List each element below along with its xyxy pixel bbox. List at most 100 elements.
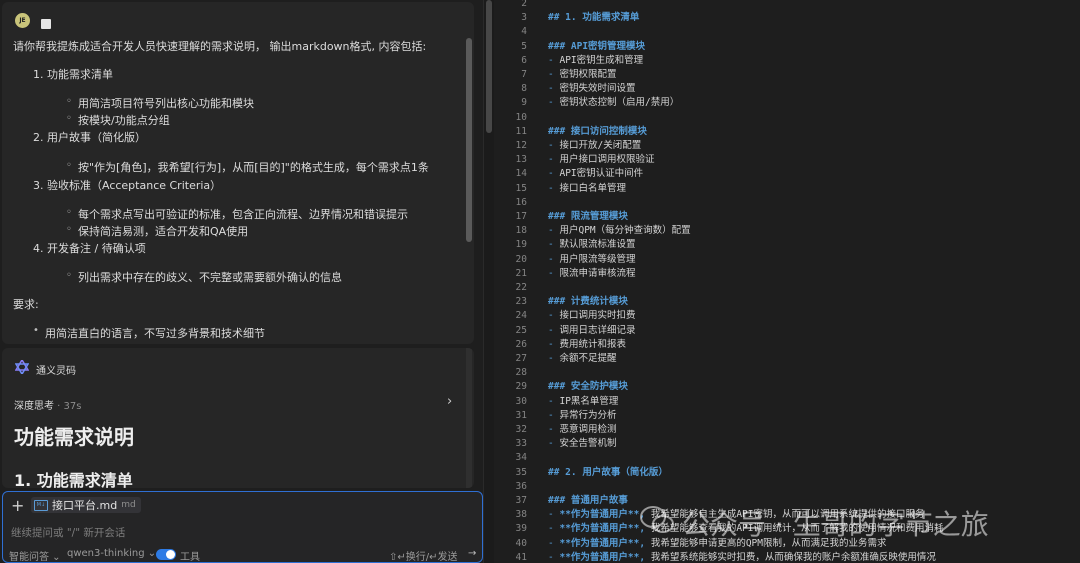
- line-number: 15: [515, 182, 527, 194]
- line-number: 24: [515, 310, 527, 322]
- line-code: - API密钥生成和管理: [548, 54, 644, 66]
- line-code: - 调用日志详细记录: [548, 324, 636, 336]
- line-code: - 费用统计和报表: [548, 338, 626, 350]
- line-code: - IP黑名单管理: [548, 395, 619, 407]
- user-intro: 请你帮我提炼成适合开发人员快速理解的需求说明， 输出markdown格式, 内容…: [13, 40, 427, 53]
- line-code: - 接口开放/关闭配置: [548, 140, 642, 151]
- line-code: - **作为普通用户**, 我希望系统能够实时扣费，从而确保我的账户余额准确反映…: [548, 551, 936, 563]
- section-title: 2. 用户故事（简化版）: [33, 131, 146, 144]
- line-code: ### 限流管理模块: [548, 211, 628, 222]
- section-item: 用简洁项目符号列出核心功能和模块: [78, 97, 254, 110]
- watermark: 公众号 · 生哥的字节之旅: [640, 497, 1060, 547]
- chat-panel: JE 请你帮我提炼成适合开发人员快速理解的需求说明， 输出markdown格式,…: [0, 0, 483, 563]
- line-number: 35: [515, 466, 527, 478]
- markdown-file-icon: M↓: [34, 499, 48, 511]
- line-number: 36: [515, 480, 527, 492]
- line-number: 23: [515, 296, 527, 308]
- chevron-right-icon[interactable]: ›: [447, 394, 452, 409]
- line-number: 39: [515, 523, 527, 535]
- scrollbar-thumb[interactable]: [486, 0, 492, 133]
- chat-input-box[interactable]: + M↓ 接口平台.md md 继续提问或 "/" 新开会话 智能问答 ⌄ qw…: [2, 491, 483, 563]
- assistant-reply: 通义灵码 深度思考 · 37s › 功能需求说明 1. 功能需求清单: [2, 348, 474, 488]
- line-code: ### API密钥管理模块: [548, 40, 646, 52]
- line-number: 12: [515, 140, 527, 151]
- model-select[interactable]: qwen3-thinking ⌄: [67, 548, 156, 559]
- line-number: 30: [515, 395, 527, 407]
- line-number: 26: [515, 338, 527, 350]
- section-item: 按模块/功能点分组: [78, 114, 170, 127]
- line-code: ## 1. 功能需求清单: [548, 12, 640, 24]
- mode-select[interactable]: 智能问答 ⌄: [9, 548, 61, 563]
- section-item: 列出需求中存在的歧义、不完整或需要额外确认的信息: [78, 271, 342, 284]
- line-number: 29: [515, 381, 527, 393]
- line-number: 13: [515, 154, 527, 166]
- line-number: 41: [515, 551, 527, 563]
- line-code: - 密钥状态控制（启用/禁用）: [548, 97, 680, 109]
- line-code: - 密钥失效时间设置: [548, 83, 636, 95]
- input-toolbar: 智能问答 ⌄ qwen3-thinking ⌄ 工具 ⇧↵换行/↵发送 →: [3, 547, 482, 563]
- section-item: 按"作为[角色]，我希望[行为]，从而[目的]"的格式生成，每个需求点1条: [78, 161, 429, 174]
- section-title: 4. 开发备注 / 待确认项: [33, 242, 146, 255]
- line-number: 27: [515, 353, 527, 364]
- line-code: - 恶意调用检测: [548, 424, 617, 435]
- line-code: - 用户限流等级管理: [548, 253, 636, 265]
- line-code: - 密钥权限配置: [548, 69, 617, 80]
- line-code: - 限流申请审核流程: [548, 267, 636, 279]
- file-extension: md: [121, 500, 136, 510]
- line-number: 5: [521, 40, 527, 52]
- file-name: 接口平台.md: [52, 499, 118, 512]
- user-message: JE 请你帮我提炼成适合开发人员快速理解的需求说明， 输出markdown格式,…: [2, 2, 474, 344]
- wechat-icon: [640, 506, 674, 533]
- line-code: - 默认限流标准设置: [548, 239, 636, 251]
- line-code: ### 普通用户故事: [548, 495, 628, 506]
- line-number: 9: [521, 97, 527, 109]
- line-number: 11: [515, 125, 527, 137]
- line-code: - API密钥认证中间件: [548, 168, 644, 180]
- line-number: 6: [521, 54, 527, 66]
- line-number: 19: [515, 239, 527, 251]
- thinking-label: 深度思考: [14, 401, 54, 412]
- line-code: - 用户接口调用权限验证: [548, 154, 655, 166]
- line-number: 33: [515, 438, 527, 450]
- assistant-logo-icon: [15, 360, 29, 374]
- send-button[interactable]: →: [468, 548, 476, 559]
- requirement-item: 用简洁直白的语言，不写过多背景和技术细节: [45, 327, 265, 340]
- scrollbar[interactable]: [466, 348, 472, 488]
- bullet-icon: ◦: [66, 96, 72, 107]
- chat-input[interactable]: 继续提问或 "/" 新开会话: [11, 525, 125, 540]
- line-code: - 用户QPM（每分钟查询数）配置: [548, 225, 691, 237]
- line-number: 37: [515, 495, 527, 506]
- line-number: 34: [515, 452, 527, 464]
- file-context-chip[interactable]: M↓ 接口平台.md md: [31, 497, 141, 513]
- line-number: 17: [515, 211, 527, 222]
- markdown-editor[interactable]: 2 3 ## 1. 功能需求清单 4 5 ### API密钥管理模块 6- API密钥生成和…: [494, 0, 1080, 563]
- tools-toggle[interactable]: [156, 549, 176, 560]
- line-number: 25: [515, 324, 527, 336]
- requirements-label: 要求:: [13, 298, 39, 311]
- send-hint: ⇧↵换行/↵发送: [389, 552, 458, 563]
- bullet-icon: ◦: [66, 207, 72, 218]
- line-code: - 接口白名单管理: [548, 182, 626, 194]
- stop-icon[interactable]: [41, 19, 51, 29]
- line-number: 16: [515, 196, 527, 208]
- line-number: 32: [515, 424, 527, 435]
- line-number: 18: [515, 225, 527, 237]
- reply-heading: 功能需求说明: [14, 425, 134, 449]
- line-number: 3: [521, 12, 527, 24]
- line-code: ### 接口访问控制模块: [548, 125, 647, 137]
- line-code: - 余额不足提醒: [548, 353, 617, 364]
- line-number: 8: [521, 83, 527, 95]
- watermark-text: 公众号 · 生哥的字节之旅: [682, 508, 989, 541]
- add-context-button[interactable]: +: [11, 496, 24, 515]
- line-number: 38: [515, 509, 527, 521]
- line-number: 31: [515, 409, 527, 421]
- user-avatar: JE: [15, 13, 30, 28]
- scrollbar[interactable]: [466, 38, 472, 242]
- bullet-icon: •: [33, 325, 39, 336]
- line-number: 40: [515, 537, 527, 549]
- line-number: 20: [515, 253, 527, 265]
- bullet-icon: ◦: [66, 160, 72, 171]
- thinking-toggle[interactable]: 深度思考 · 37s: [14, 397, 81, 412]
- line-number: 14: [515, 168, 527, 180]
- line-number: 2: [521, 0, 527, 9]
